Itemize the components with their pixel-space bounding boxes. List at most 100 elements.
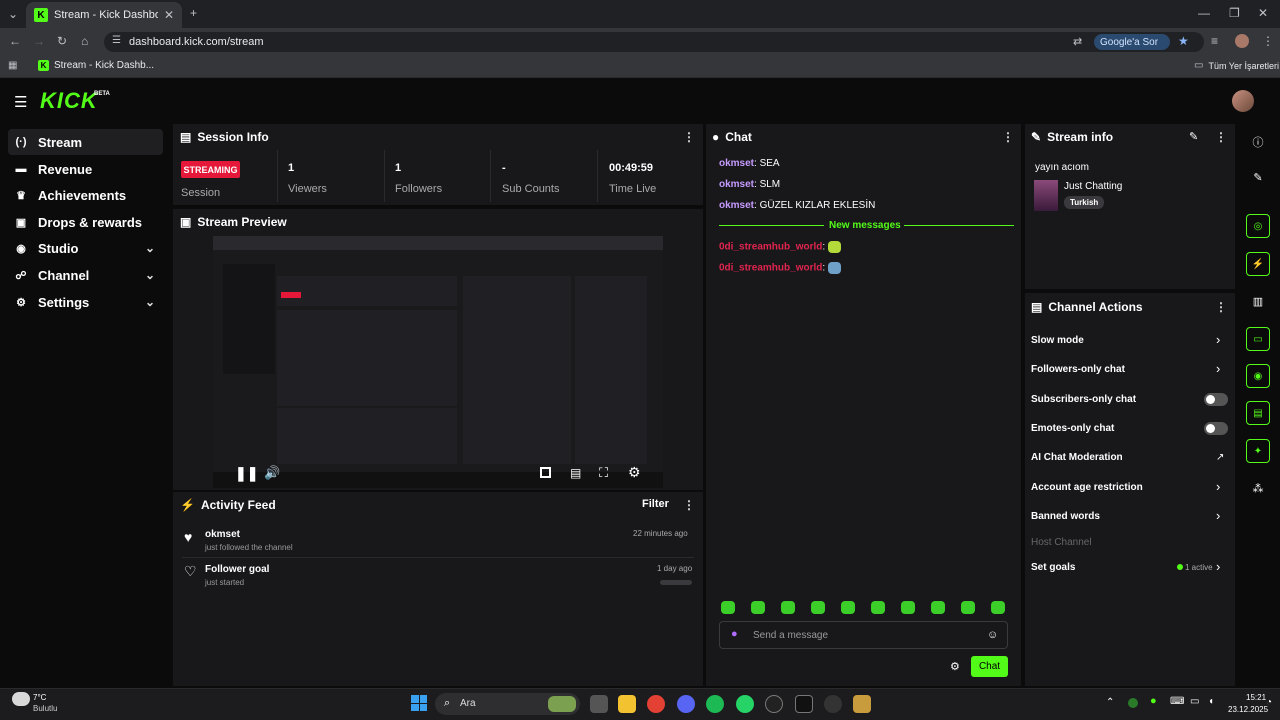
chat-input-placeholder[interactable]: Send a message xyxy=(753,630,828,641)
weather-temp[interactable]: 7°C xyxy=(33,693,46,702)
sidebar-item-revenue[interactable]: ▬ Revenue xyxy=(8,156,163,182)
subscribers-only-toggle[interactable] xyxy=(1204,393,1228,406)
microphone-icon[interactable]: ● xyxy=(731,628,738,640)
broadcast-action-button[interactable]: ◉ xyxy=(1246,364,1270,388)
emote-icon[interactable] xyxy=(721,601,735,614)
clipboard-icon[interactable]: ▥ xyxy=(1250,295,1266,308)
fullscreen-icon[interactable]: ⛶ xyxy=(599,465,608,481)
window-close-icon[interactable]: ✕ xyxy=(1258,6,1268,20)
home-icon[interactable]: ⌂ xyxy=(81,34,88,48)
emote-icon[interactable] xyxy=(781,601,795,614)
sidebar-item-channel[interactable]: ☍ Channel ⌄ xyxy=(8,262,163,288)
browser-menu-icon[interactable]: ⋮ xyxy=(1262,34,1274,48)
filter-button[interactable]: Filter xyxy=(642,498,669,510)
forward-icon[interactable]: → xyxy=(33,34,45,48)
epic-games-icon[interactable] xyxy=(795,695,813,713)
camera-action-button[interactable]: ◎ xyxy=(1246,214,1270,238)
emote-icon[interactable] xyxy=(751,601,765,614)
close-tab-icon[interactable]: ✕ xyxy=(164,8,174,22)
clock-date[interactable]: 23.12.2025 xyxy=(1228,705,1268,714)
google-ask-button[interactable]: Google'a Sor xyxy=(1094,34,1170,50)
reload-icon[interactable]: ↻ xyxy=(57,34,67,48)
bookmark-item[interactable]: K Stream - Kick Dashb... xyxy=(38,60,154,71)
notification-icon[interactable]: ◔ xyxy=(1266,697,1272,708)
sidebar-item-studio[interactable]: ◉ Studio ⌄ xyxy=(8,235,163,261)
chevron-right-icon[interactable]: › xyxy=(1216,479,1220,494)
stream-preview-video[interactable] xyxy=(213,236,663,488)
edit-rail-icon[interactable]: ✎ xyxy=(1250,171,1266,184)
emote-icon[interactable] xyxy=(871,601,885,614)
hamburger-menu-icon[interactable]: ☰ xyxy=(14,93,27,111)
bolt-action-button[interactable]: ⚡ xyxy=(1246,252,1270,276)
tray-app-icon[interactable] xyxy=(1128,698,1138,708)
sidebar-item-stream[interactable]: (·) Stream xyxy=(8,129,163,155)
apps-grid-icon[interactable]: ▦ xyxy=(8,60,17,71)
info-icon[interactable]: ⓘ xyxy=(1250,134,1266,150)
chevron-right-icon[interactable]: › xyxy=(1216,332,1220,347)
kick-logo[interactable]: KICK xyxy=(40,88,98,114)
emote-icon[interactable] xyxy=(811,601,825,614)
steam-icon[interactable] xyxy=(765,695,783,713)
media-icon[interactable]: ≡ xyxy=(1211,34,1218,48)
taskbar-search-label[interactable]: Ara xyxy=(460,698,476,709)
obs-icon[interactable] xyxy=(824,695,842,713)
whatsapp-icon[interactable] xyxy=(736,695,754,713)
set-goals-item[interactable]: Set goals xyxy=(1031,562,1075,573)
chrome-icon[interactable] xyxy=(647,695,665,713)
url-text[interactable]: dashboard.kick.com/stream xyxy=(129,36,264,48)
channel-actions-menu-icon[interactable]: ⋮ xyxy=(1215,300,1227,314)
maximize-icon[interactable]: ❐ xyxy=(1229,6,1240,20)
external-link-icon[interactable]: ↗ xyxy=(1216,452,1224,463)
share-icon[interactable]: ⁂ xyxy=(1250,482,1266,495)
emote-icon[interactable] xyxy=(991,601,1005,614)
display-icon[interactable]: ▭ xyxy=(1190,696,1199,707)
profile-avatar[interactable] xyxy=(1235,34,1249,48)
microphone-tray-icon[interactable]: ● xyxy=(1150,695,1157,707)
banned-words-item[interactable]: Banned words xyxy=(1031,511,1100,522)
windows-start-icon[interactable] xyxy=(411,695,427,711)
sidebar-item-drops[interactable]: ▣ Drops & rewards xyxy=(8,209,163,235)
video-settings-icon[interactable]: ⚙ xyxy=(628,464,641,481)
clock-time[interactable]: 15:21 xyxy=(1246,693,1266,702)
chat-username[interactable]: okmset xyxy=(719,179,754,190)
emote-icon[interactable] xyxy=(901,601,915,614)
emote-icon[interactable] xyxy=(841,601,855,614)
emote-icon[interactable] xyxy=(961,601,975,614)
site-info-icon[interactable]: ☰ xyxy=(112,35,121,46)
volume-tray-icon[interactable]: ◖ xyxy=(1208,696,1214,707)
discord-icon[interactable] xyxy=(677,695,695,713)
tray-up-icon[interactable]: ⌃ xyxy=(1106,697,1114,708)
chevron-right-icon[interactable]: › xyxy=(1216,361,1220,376)
browser-tab[interactable]: K Stream - Kick Dashboard ✕ xyxy=(26,2,182,28)
edit-icon[interactable]: ✎ xyxy=(1189,130,1198,143)
keyboard-icon[interactable]: ⌨ xyxy=(1170,696,1184,707)
ai-moderation-item[interactable]: AI Chat Moderation xyxy=(1031,452,1123,463)
chat-send-button[interactable]: Chat xyxy=(971,656,1008,677)
sidebar-item-settings[interactable]: ⚙ Settings ⌄ xyxy=(8,289,163,315)
minimize-icon[interactable]: — xyxy=(1198,6,1210,20)
theater-icon[interactable]: ▤ xyxy=(570,466,581,480)
bookmark-star-icon[interactable]: ★ xyxy=(1178,34,1189,48)
new-tab-icon[interactable]: + xyxy=(190,6,197,20)
chat-action-button[interactable]: ▭ xyxy=(1246,327,1270,351)
activity-menu-icon[interactable]: ⋮ xyxy=(683,498,695,512)
all-bookmarks[interactable]: ▭ Tüm Yer İşaretleri xyxy=(1194,60,1279,71)
session-menu-icon[interactable]: ⋮ xyxy=(683,130,695,144)
weather-desc[interactable]: Bulutlu xyxy=(33,704,57,713)
file-explorer-icon[interactable] xyxy=(618,695,636,713)
chat-menu-icon[interactable]: ⋮ xyxy=(1002,130,1014,144)
layout-action-button[interactable]: ▤ xyxy=(1246,401,1270,425)
chevron-right-icon[interactable]: › xyxy=(1216,508,1220,523)
account-age-item[interactable]: Account age restriction xyxy=(1031,482,1143,493)
chat-username[interactable]: 0di_streamhub_world xyxy=(719,242,822,253)
back-icon[interactable]: ← xyxy=(9,34,21,48)
chat-username[interactable]: okmset xyxy=(719,200,754,211)
chat-username[interactable]: 0di_streamhub_world xyxy=(719,263,822,274)
pip-icon[interactable] xyxy=(540,467,551,478)
wrench-action-button[interactable]: ✦ xyxy=(1246,439,1270,463)
tab-search-icon[interactable]: ⌄ xyxy=(8,7,18,21)
chevron-right-icon[interactable]: › xyxy=(1216,559,1220,574)
spotify-icon[interactable] xyxy=(706,695,724,713)
category-name[interactable]: Just Chatting xyxy=(1064,181,1122,192)
stream-info-menu-icon[interactable]: ⋮ xyxy=(1215,130,1227,144)
